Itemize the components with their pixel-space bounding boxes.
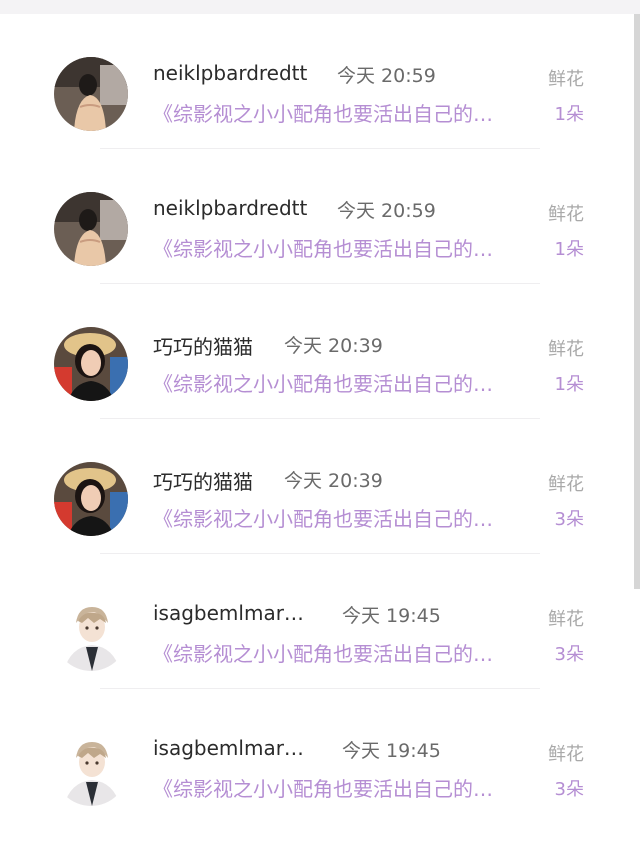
timestamp: 今天 20:39 [284,335,383,357]
list-item[interactable]: isagbemlmar… 今天 19:45 鲜花 《综影视之小小配角也要活出自己… [0,554,640,689]
username[interactable]: 巧巧的猫猫 [153,466,253,495]
gift-type-label: 鲜花 [548,744,584,765]
avatar[interactable] [54,57,128,131]
gift-type-label: 鲜花 [548,339,584,360]
photo-woman-hat-icon [54,462,128,536]
timestamp: 今天 20:59 [337,200,436,222]
username[interactable]: neiklpbardredtt [153,61,307,85]
list-item[interactable]: neiklpbardredtt 今天 20:59 鲜花 《综影视之小小配角也要活… [0,149,640,284]
timestamp: 今天 19:45 [342,605,441,627]
book-title-link[interactable]: 《综影视之小小配角也要活出自己的… [153,233,531,262]
book-title-link[interactable]: 《综影视之小小配角也要活出自己的… [153,368,531,397]
list-item[interactable]: isagbemlmar… 今天 19:45 鲜花 《综影视之小小配角也要活出自己… [0,689,640,824]
book-title-link[interactable]: 《综影视之小小配角也要活出自己的… [153,503,531,532]
timestamp: 今天 20:39 [284,470,383,492]
avatar[interactable] [54,192,128,266]
avatar[interactable] [54,327,128,401]
gift-count: 3朵 [554,644,584,665]
gift-count: 3朵 [554,779,584,800]
gift-record-list: neiklpbardredtt 今天 20:59 鲜花 《综影视之小小配角也要活… [0,14,640,824]
gift-type-label: 鲜花 [548,204,584,225]
photo-back-icon [54,57,128,131]
gift-count: 1朵 [554,104,584,125]
anime-boy-icon [54,732,128,806]
scrollbar[interactable] [634,14,640,589]
book-title-link[interactable]: 《综影视之小小配角也要活出自己的… [153,638,531,667]
gift-type-label: 鲜花 [548,609,584,630]
username[interactable]: 巧巧的猫猫 [153,331,253,360]
avatar[interactable] [54,597,128,671]
list-item[interactable]: neiklpbardredtt 今天 20:59 鲜花 《综影视之小小配角也要活… [0,14,640,149]
username[interactable]: neiklpbardredtt [153,196,307,220]
avatar[interactable] [54,462,128,536]
top-strip [0,0,640,14]
gift-count: 1朵 [554,239,584,260]
gift-type-label: 鲜花 [548,69,584,90]
gift-count: 1朵 [554,374,584,395]
username[interactable]: isagbemlmar… [153,601,304,625]
list-item[interactable]: 巧巧的猫猫 今天 20:39 鲜花 《综影视之小小配角也要活出自己的… 1朵 [0,284,640,419]
gift-count: 3朵 [554,509,584,530]
list-item[interactable]: 巧巧的猫猫 今天 20:39 鲜花 《综影视之小小配角也要活出自己的… 3朵 [0,419,640,554]
anime-boy-icon [54,597,128,671]
timestamp: 今天 19:45 [342,740,441,762]
avatar[interactable] [54,732,128,806]
photo-back-icon [54,192,128,266]
photo-woman-hat-icon [54,327,128,401]
username[interactable]: isagbemlmar… [153,736,304,760]
gift-type-label: 鲜花 [548,474,584,495]
book-title-link[interactable]: 《综影视之小小配角也要活出自己的… [153,773,531,802]
book-title-link[interactable]: 《综影视之小小配角也要活出自己的… [153,98,531,127]
timestamp: 今天 20:59 [337,65,436,87]
